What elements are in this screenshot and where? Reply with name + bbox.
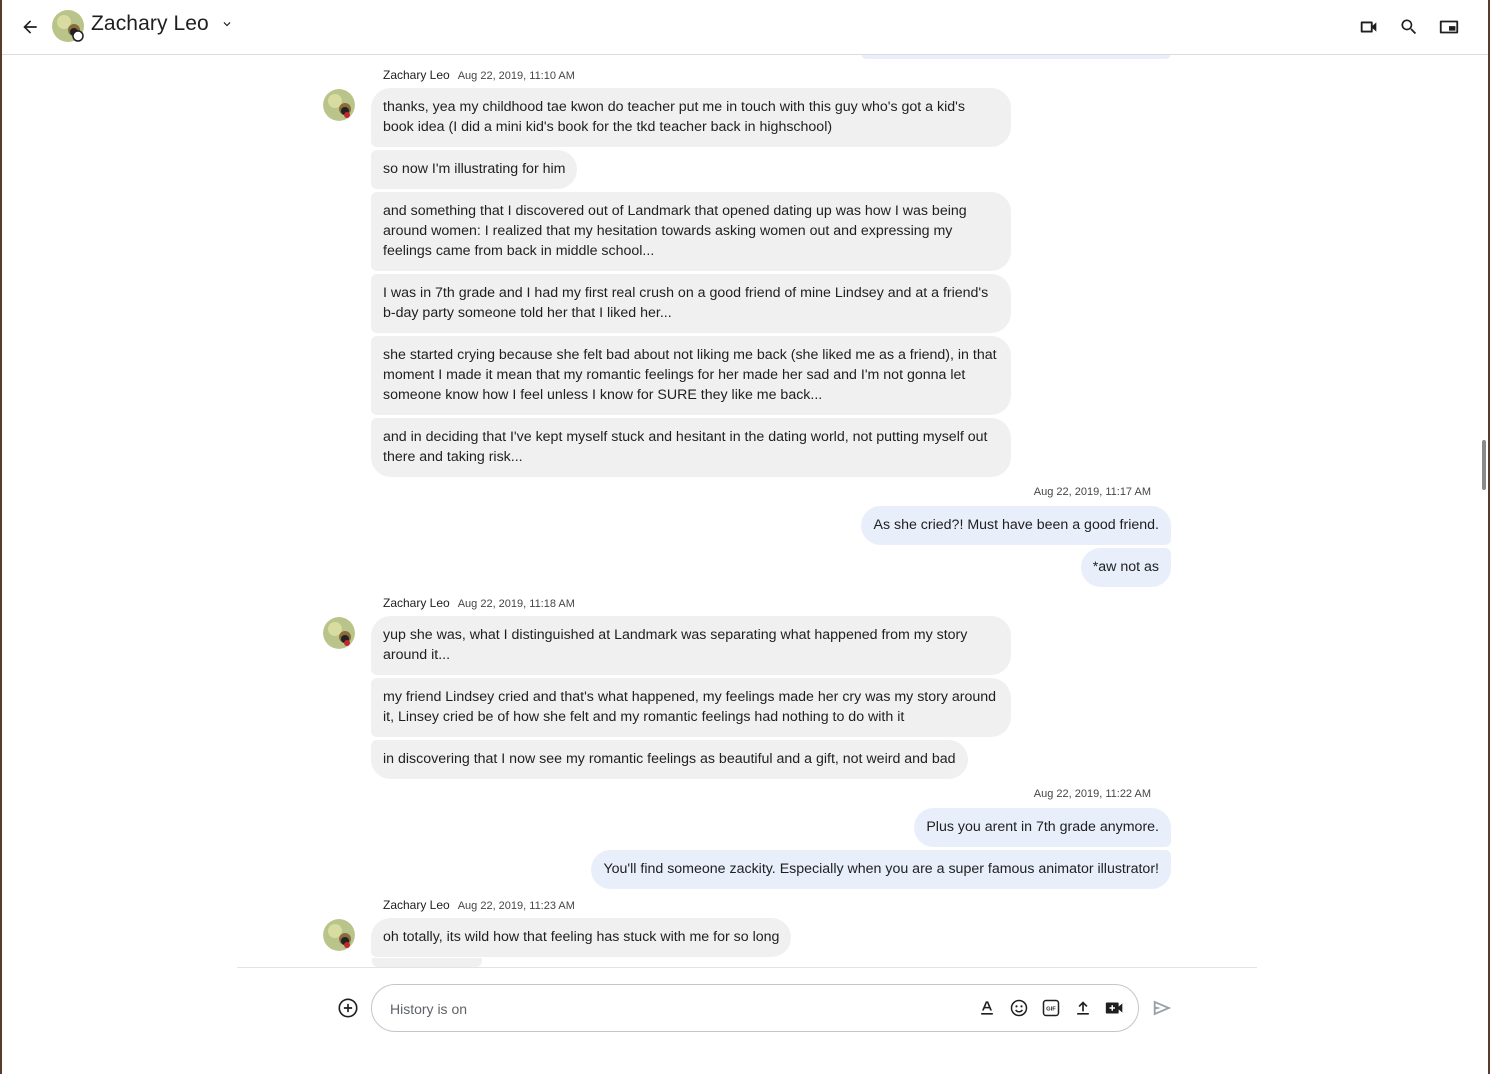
chevron-down-icon[interactable] xyxy=(220,17,234,31)
search-icon[interactable] xyxy=(1397,15,1421,39)
incoming-message[interactable]: and something that I discovered out of L… xyxy=(371,192,1011,271)
sender-name: Zachary Leo xyxy=(383,68,450,82)
message-timestamp: Aug 22, 2019, 11:10 AM xyxy=(457,70,575,82)
avatar[interactable] xyxy=(323,617,355,649)
incoming-message[interactable]: I was in 7th grade and I had my first re… xyxy=(371,274,1011,333)
incoming-message[interactable]: in discovering that I now see my romanti… xyxy=(371,740,968,779)
outgoing-message[interactable]: *aw not as xyxy=(1080,548,1171,587)
incoming-message[interactable]: my friend Lindsey cried and that's what … xyxy=(371,678,1011,737)
incoming-message[interactable]: thanks, yea my childhood tae kwon do tea… xyxy=(371,88,1011,147)
video-call-icon[interactable] xyxy=(1357,15,1381,39)
message-timestamp: Aug 22, 2019, 11:18 AM xyxy=(457,598,575,610)
message-timestamp: Aug 22, 2019, 11:17 AM xyxy=(1033,486,1151,498)
previous-message-edge xyxy=(862,55,1170,59)
add-circle-icon[interactable] xyxy=(336,996,360,1020)
outgoing-message[interactable]: As she cried?! Must have been a good fri… xyxy=(861,506,1171,545)
incoming-message[interactable]: and in deciding that I've kept myself st… xyxy=(371,418,1011,477)
incoming-message[interactable]: oh totally, its wild how that feeling ha… xyxy=(371,918,792,957)
send-icon[interactable] xyxy=(1150,996,1174,1020)
message-composer: GIF xyxy=(371,984,1139,1032)
window-border-left xyxy=(0,0,2,1074)
partial-message-edge xyxy=(372,958,482,967)
upload-icon[interactable] xyxy=(1072,997,1094,1019)
incoming-message[interactable]: she started crying because she felt bad … xyxy=(371,336,1011,415)
video-meeting-icon[interactable] xyxy=(1104,997,1126,1019)
message-timestamp: Aug 22, 2019, 11:23 AM xyxy=(457,900,575,912)
arrow-back-icon[interactable] xyxy=(16,13,44,41)
avatar[interactable] xyxy=(323,89,355,121)
emoji-icon[interactable] xyxy=(1008,997,1030,1019)
scrollbar-thumb[interactable] xyxy=(1482,440,1486,490)
message-group-header: Zachary Leo Aug 22, 2019, 11:18 AM xyxy=(383,596,575,610)
avatar[interactable] xyxy=(323,919,355,951)
incoming-message[interactable]: yup she was, what I distinguished at Lan… xyxy=(371,616,1011,675)
conversation-header: Zachary Leo xyxy=(2,0,1488,55)
composer-divider xyxy=(237,967,1257,968)
svg-text:GIF: GIF xyxy=(1046,1007,1056,1013)
message-group-header: Zachary Leo Aug 22, 2019, 11:10 AM xyxy=(383,68,575,82)
sender-name: Zachary Leo xyxy=(383,596,450,610)
outgoing-message[interactable]: Plus you arent in 7th grade anymore. xyxy=(914,808,1171,847)
message-input[interactable] xyxy=(388,997,952,1021)
text-format-icon[interactable] xyxy=(976,997,998,1019)
sender-name: Zachary Leo xyxy=(383,898,450,912)
message-timestamp: Aug 22, 2019, 11:22 AM xyxy=(1033,788,1151,800)
outgoing-message[interactable]: You'll find someone zackity. Especially … xyxy=(591,850,1171,889)
avatar[interactable] xyxy=(52,10,84,42)
contact-name[interactable]: Zachary Leo xyxy=(91,12,209,36)
gif-icon[interactable]: GIF xyxy=(1040,997,1062,1019)
message-group-header: Zachary Leo Aug 22, 2019, 11:23 AM xyxy=(383,898,575,912)
picture-in-picture-icon[interactable] xyxy=(1437,15,1461,39)
incoming-message[interactable]: so now I'm illustrating for him xyxy=(371,150,578,189)
